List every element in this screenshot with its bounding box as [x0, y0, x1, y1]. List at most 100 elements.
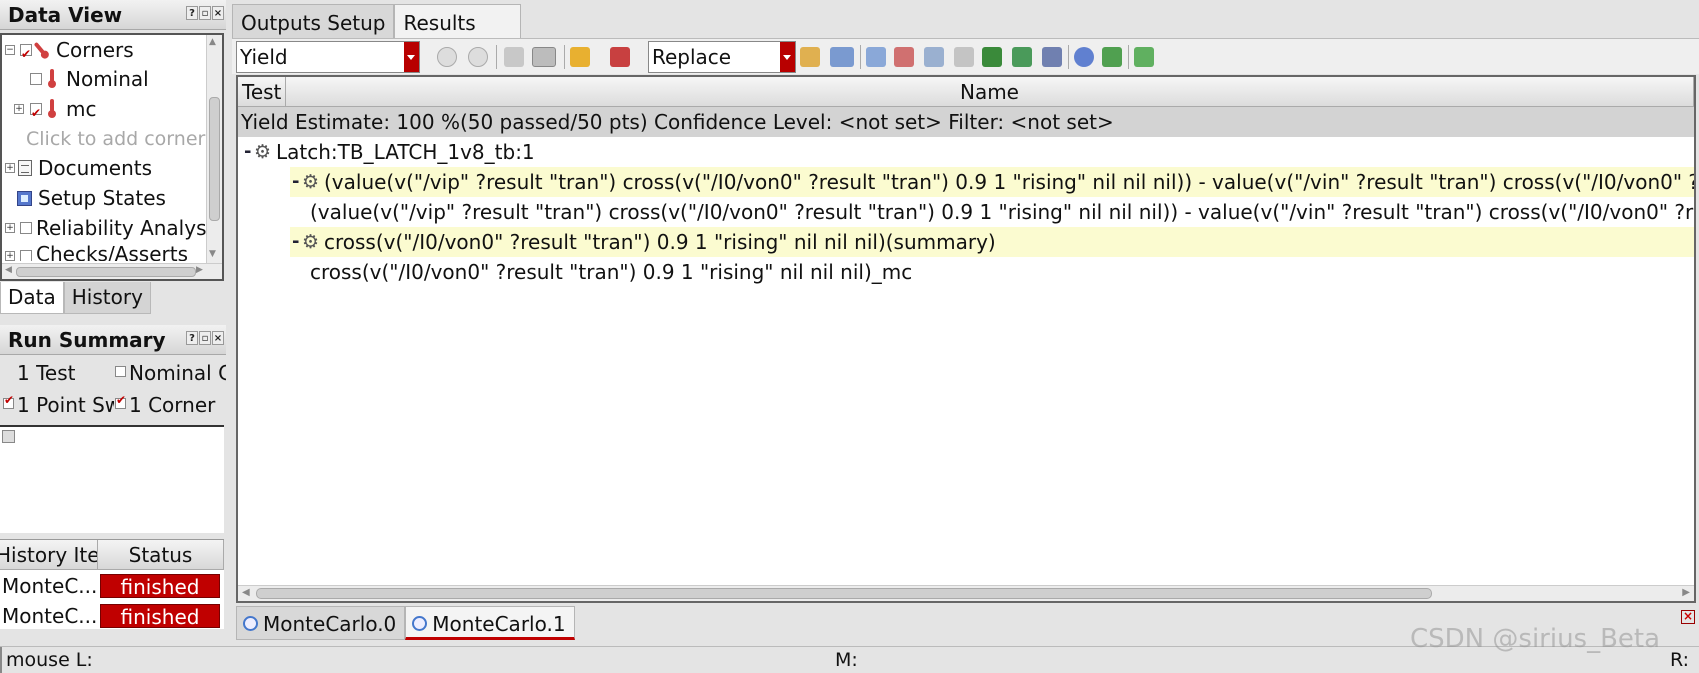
- tab-outputs-setup[interactable]: Outputs Setup: [232, 4, 395, 38]
- gear-icon: ⚙: [302, 171, 320, 193]
- expand-icon[interactable]: +: [5, 163, 15, 173]
- tree-vertical-scrollbar[interactable]: ▲ ▼: [206, 35, 222, 263]
- thermometer-icon: [48, 69, 56, 88]
- tree-item-nominal[interactable]: Nominal: [2, 64, 202, 94]
- collapse-icon[interactable]: -: [244, 137, 251, 167]
- collapse-icon[interactable]: -: [292, 227, 299, 257]
- separator: [564, 45, 565, 69]
- table-view-icon[interactable]: [532, 47, 556, 67]
- reliability-checkbox[interactable]: [20, 222, 32, 234]
- scrollbar-thumb[interactable]: [16, 267, 196, 277]
- annotate-icon[interactable]: [570, 47, 590, 67]
- history-row-item[interactable]: MonteC...: [2, 601, 96, 631]
- expand-icon[interactable]: +: [5, 223, 15, 233]
- column-header-name[interactable]: Name: [286, 77, 1694, 107]
- tree-item-corners[interactable]: − Corners: [2, 35, 202, 69]
- corner-checkbox[interactable]: [115, 393, 126, 409]
- help-icon[interactable]: ?: [186, 6, 198, 20]
- close-icon[interactable]: ×: [212, 331, 224, 345]
- collapse-icon[interactable]: −: [5, 45, 15, 55]
- mc-checkbox[interactable]: [30, 98, 42, 128]
- result-row-summary[interactable]: - ⚙ cross(v("/I0/von0" ?result "tran") 0…: [290, 227, 1694, 257]
- tree-horizontal-scrollbar[interactable]: ◀ ▶: [2, 263, 222, 279]
- target-icon[interactable]: [1074, 47, 1094, 67]
- point-sweep-checkbox[interactable]: [3, 393, 14, 409]
- float-icon[interactable]: ▫: [199, 6, 211, 20]
- tab-montecarlo-0[interactable]: MonteCarlo.0: [236, 606, 406, 640]
- report-icon[interactable]: [954, 47, 974, 67]
- spec-icon[interactable]: [866, 47, 886, 67]
- tab-results[interactable]: Results: [394, 4, 521, 38]
- checks-checkbox[interactable]: [20, 250, 32, 261]
- nominal-checkbox[interactable]: [30, 73, 42, 85]
- result-row-mc[interactable]: cross(v("/I0/von0" ?result "tran") 0.9 1…: [238, 257, 1694, 287]
- view-select[interactable]: Yield: [236, 41, 420, 73]
- expand-icon[interactable]: +: [14, 104, 24, 114]
- tree-label: Setup States: [38, 186, 166, 210]
- result-row-mc[interactable]: (value(v("/vip" ?result "tran") cross(v(…: [238, 197, 1694, 227]
- result-row-summary[interactable]: - ⚙ (value(v("/vip" ?result "tran") cros…: [290, 167, 1694, 197]
- tab-data[interactable]: Data: [0, 282, 64, 314]
- status-badge: finished: [100, 574, 220, 599]
- history-col-item[interactable]: History Item: [0, 540, 98, 570]
- results-table: Test Name Yield Estimate: 100 %(50 passe…: [236, 75, 1696, 603]
- log-icon[interactable]: [2, 430, 15, 443]
- export-icon[interactable]: [1134, 47, 1154, 67]
- history-table: History Item Status MonteC... finished M…: [0, 539, 224, 629]
- history-row-item[interactable]: MonteC...: [2, 571, 96, 601]
- prev-icon[interactable]: [437, 47, 457, 67]
- scroll-left-icon[interactable]: ◀: [242, 587, 250, 598]
- plot-icon[interactable]: [610, 47, 630, 67]
- run-summary-nominal-corner: Nominal C: [129, 361, 226, 385]
- chevron-down-icon[interactable]: [404, 42, 419, 72]
- scroll-left-icon[interactable]: ◀: [5, 265, 12, 275]
- expand-icon[interactable]: +: [5, 251, 15, 261]
- close-tab-icon[interactable]: ×: [1681, 610, 1695, 624]
- separator: [496, 45, 497, 69]
- add-corner-placeholder[interactable]: Click to add corner: [26, 124, 206, 154]
- scrollbar-thumb[interactable]: [209, 97, 220, 221]
- result-group-row[interactable]: - ⚙ Latch:TB_LATCH_1v8_tb:1: [238, 137, 1694, 167]
- mode-select[interactable]: Replace: [648, 41, 796, 73]
- corners-checkbox[interactable]: [20, 39, 32, 69]
- nominal-corner-checkbox[interactable]: [115, 366, 126, 377]
- histogram-icon[interactable]: [830, 47, 854, 67]
- row-label: cross(v("/I0/von0" ?result "tran") 0.9 1…: [310, 260, 913, 284]
- run-icon[interactable]: [1012, 47, 1032, 67]
- column-header-test[interactable]: Test: [238, 77, 286, 107]
- run-summary-title-bar: Run Summary ? ▫ ×: [0, 325, 226, 355]
- scroll-up-icon[interactable]: ▲: [209, 37, 216, 47]
- results-horizontal-scrollbar[interactable]: ◀ ▶: [238, 585, 1694, 601]
- float-icon[interactable]: ▫: [199, 331, 211, 345]
- help-icon[interactable]: ?: [186, 331, 198, 345]
- tree-item-setup-states[interactable]: Setup States: [2, 183, 202, 213]
- scroll-right-icon[interactable]: ▶: [196, 265, 203, 275]
- scrollbar-thumb[interactable]: [256, 588, 1432, 599]
- main-tabs: Outputs Setup Results: [232, 4, 521, 38]
- tab-history[interactable]: History: [63, 282, 151, 314]
- collapse-icon[interactable]: -: [292, 167, 299, 197]
- zoom-icon[interactable]: [1102, 47, 1122, 67]
- run-summary-test: 1 Test: [17, 361, 76, 385]
- terminal-icon[interactable]: [982, 47, 1002, 67]
- separator: [1068, 45, 1069, 69]
- scroll-right-icon[interactable]: ▶: [1682, 587, 1690, 598]
- edit-icon[interactable]: [800, 47, 820, 67]
- data-view-tabs: Data History: [0, 282, 151, 314]
- tree-item-reliability[interactable]: + Reliability Analyses: [2, 213, 206, 243]
- next-icon[interactable]: [468, 47, 488, 67]
- tab-montecarlo-1[interactable]: MonteCarlo.1: [405, 606, 575, 640]
- delete-spec-icon[interactable]: [894, 47, 914, 67]
- tree-item-mc[interactable]: + mc: [2, 94, 202, 128]
- chevron-down-icon[interactable]: [780, 42, 795, 72]
- tree-item-checks[interactable]: + Checks/Asserts: [2, 241, 206, 261]
- tree-item-documents[interactable]: + Documents: [2, 153, 202, 183]
- inspect-icon[interactable]: [924, 47, 944, 67]
- history-col-status[interactable]: Status: [98, 540, 224, 570]
- watermark: CSDN @sirius_Beta: [1410, 624, 1661, 654]
- tree-label: Reliability Analyses: [36, 216, 206, 240]
- scroll-down-icon[interactable]: ▼: [209, 249, 216, 259]
- close-icon[interactable]: ×: [212, 6, 224, 20]
- list-icon[interactable]: [1042, 47, 1062, 67]
- settings-gear-icon[interactable]: [504, 47, 524, 67]
